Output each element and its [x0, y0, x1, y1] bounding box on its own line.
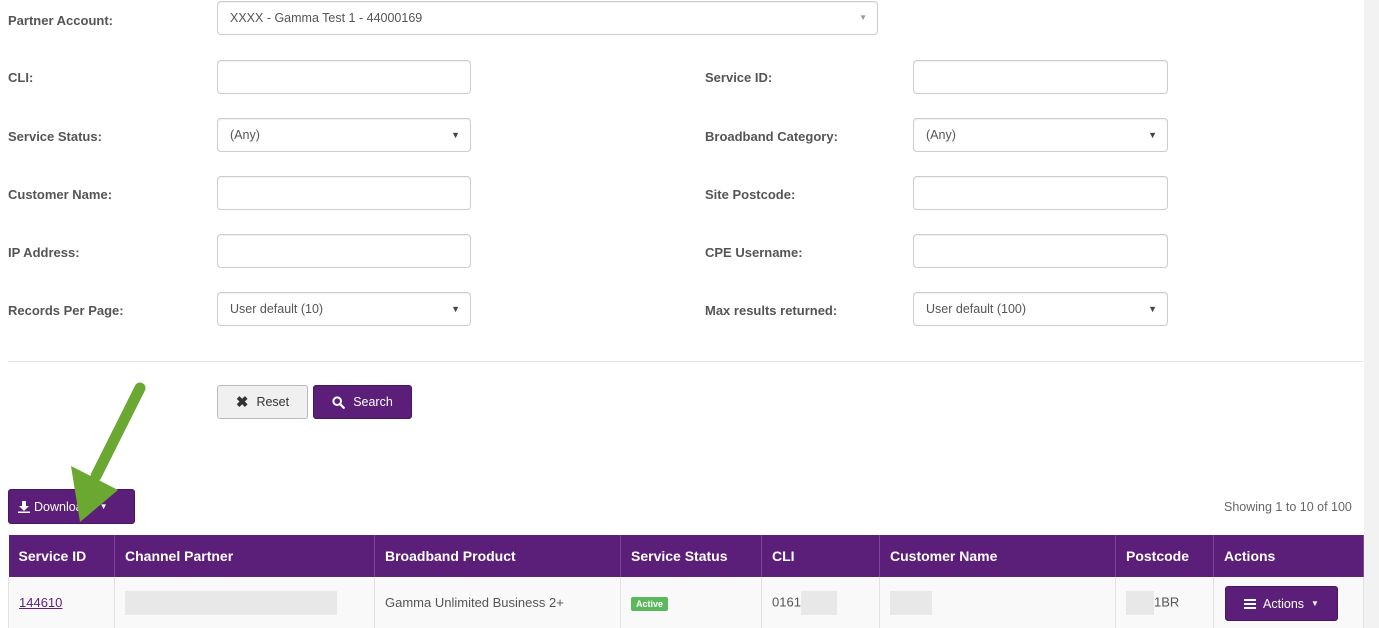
cell-channel-partner — [114, 577, 375, 628]
page-scrollbar[interactable] — [1364, 0, 1379, 628]
status-badge: Active — [631, 596, 669, 611]
column-header-service-status[interactable]: Service Status — [620, 535, 762, 577]
form-divider — [8, 361, 1363, 362]
partner-account-value: XXXX - Gamma Test 1 - 44000169 — [230, 11, 423, 25]
caret-down-icon: ▼ — [99, 502, 108, 511]
service-id-input[interactable] — [913, 60, 1168, 94]
caret-down-icon: ▼ — [451, 304, 460, 314]
customer-name-label: Customer Name: — [8, 187, 113, 202]
redacted-cli — [800, 590, 837, 615]
site-postcode-input[interactable] — [913, 176, 1168, 210]
magnifier-icon — [332, 395, 346, 409]
cpe-username-input[interactable] — [913, 234, 1168, 268]
column-header-cli[interactable]: CLI — [761, 535, 880, 577]
column-header-postcode[interactable]: Postcode — [1115, 535, 1214, 577]
caret-down-icon: ▼ — [859, 13, 867, 22]
cell-cli: 0161 — [761, 577, 880, 628]
reset-button[interactable]: ✖ Reset — [217, 385, 308, 419]
max-results-label: Max results returned: — [705, 303, 838, 318]
reset-button-label: Reset — [256, 395, 290, 409]
column-header-service-id[interactable]: Service ID — [8, 535, 115, 577]
caret-down-icon: ▼ — [1148, 130, 1157, 140]
max-results-select[interactable]: User default (100) ▼ — [913, 292, 1168, 326]
hamburger-icon — [1244, 598, 1257, 609]
column-header-actions: Actions — [1213, 535, 1364, 577]
download-button-label: Download — [34, 499, 90, 514]
records-per-page-select[interactable]: User default (10) ▼ — [217, 292, 471, 326]
ip-address-input[interactable] — [217, 234, 471, 268]
broadband-category-select[interactable]: (Any) ▼ — [913, 118, 1168, 152]
download-button[interactable]: Download ▼ — [8, 489, 135, 524]
column-header-channel-partner[interactable]: Channel Partner — [114, 535, 375, 577]
column-header-broadband-product[interactable]: Broadband Product — [374, 535, 621, 577]
customer-name-input[interactable] — [217, 176, 471, 210]
cli-value: 0161 — [772, 594, 801, 610]
close-x-icon: ✖ — [235, 394, 249, 411]
postcode-value: 1BR — [1154, 594, 1180, 610]
ip-address-label: IP Address: — [8, 245, 80, 260]
service-status-value: (Any) — [230, 128, 260, 142]
caret-down-icon: ▼ — [451, 130, 460, 140]
cell-service-status: Active — [620, 577, 762, 628]
cell-broadband-product: Gamma Unlimited Business 2+ — [374, 577, 621, 628]
table-row: 144610 Gamma Unlimited Business 2+ Activ… — [8, 577, 1364, 628]
redacted-customer-name — [890, 590, 932, 615]
records-per-page-label: Records Per Page: — [8, 303, 124, 318]
partner-account-label: Partner Account: — [8, 13, 113, 28]
search-button[interactable]: Search — [313, 385, 412, 419]
service-status-label: Service Status: — [8, 129, 102, 144]
service-id-label: Service ID: — [705, 70, 773, 85]
cli-input[interactable] — [217, 60, 471, 94]
site-postcode-label: Site Postcode: — [705, 187, 796, 202]
caret-down-icon: ▼ — [1311, 599, 1319, 608]
download-icon — [18, 500, 30, 513]
broadband-category-value: (Any) — [926, 128, 956, 142]
redacted-postcode — [1126, 590, 1154, 615]
results-table: Service ID Channel Partner Broadband Pro… — [8, 535, 1364, 628]
search-button-label: Search — [353, 395, 393, 409]
records-per-page-value: User default (10) — [230, 302, 324, 316]
partner-account-select[interactable]: XXXX - Gamma Test 1 - 44000169 ▼ — [217, 1, 878, 35]
annotation-arrow-icon — [71, 382, 146, 522]
row-actions-button[interactable]: Actions ▼ — [1225, 586, 1338, 621]
table-header-row: Service ID Channel Partner Broadband Pro… — [8, 535, 1364, 577]
broadband-category-label: Broadband Category: — [705, 129, 838, 144]
max-results-value: User default (100) — [926, 302, 1027, 316]
caret-down-icon: ▼ — [1148, 304, 1157, 314]
cell-customer-name — [879, 577, 1116, 628]
cell-postcode: 1BR — [1115, 577, 1214, 628]
service-status-select[interactable]: (Any) ▼ — [217, 118, 471, 152]
cell-service-id: 144610 — [8, 577, 115, 628]
cpe-username-label: CPE Username: — [705, 245, 803, 260]
service-id-link[interactable]: 144610 — [19, 595, 62, 610]
cli-label: CLI: — [8, 70, 34, 85]
actions-button-label: Actions — [1263, 596, 1305, 611]
redacted-channel-partner — [125, 590, 337, 615]
column-header-customer-name[interactable]: Customer Name — [879, 535, 1116, 577]
showing-count-text: Showing 1 to 10 of 100 — [1224, 500, 1352, 514]
